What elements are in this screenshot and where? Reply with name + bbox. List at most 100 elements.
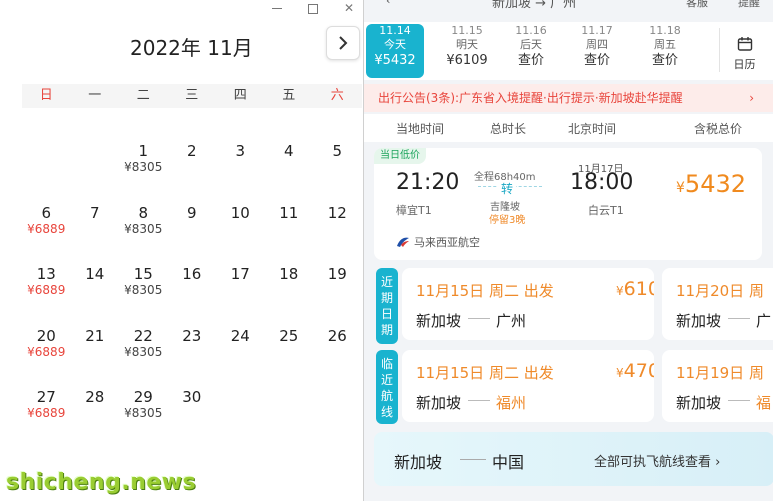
calendar-day-cell[interactable]: 11 [265,204,314,222]
calendar-day-cell[interactable]: 2 [168,142,217,160]
calendar-day-cell[interactable]: 25 [265,327,314,345]
calendar-window: ✕ 2022年 11月 日一二三四五六 1 ¥8305 2 3 4 5 6 ¥6889 7 8 ¥8… [0,0,362,501]
transfer-label: 转 [498,180,517,197]
lowest-price-badge: 当日低价 [374,148,426,164]
calendar-day-cell[interactable]: 26 [313,327,362,345]
route-title: 新加坡 → 广州 [492,0,577,11]
day-number: 13 [36,265,56,283]
date-tab-price: 查价 [583,53,610,68]
arrival-time: 18:00 [570,170,634,195]
window-controls: ✕ [270,0,356,16]
calendar-day-cell[interactable]: 5 [313,142,362,160]
day-number: 27 [36,388,56,406]
calendar-day-cell[interactable]: 16 [168,265,217,283]
col-total-price: 含税总价 [694,122,743,136]
arrow-icon [468,318,490,319]
day-price: ¥8305 [124,344,163,359]
date-tab[interactable]: 11.15 明天 ¥6109 [438,24,496,78]
banner-destination: 中国 [492,453,525,472]
day-number: 26 [327,326,347,345]
calendar-day-cell[interactable]: 8 ¥8305 [119,204,168,237]
nearby-route-card[interactable]: 11月15日 周二 出发 ¥4708 新加坡 福州 [402,350,654,422]
recent-date-card[interactable]: 11月20日 周 新加坡 广 [662,268,773,340]
stopover-duration: 停留3晚 [489,215,526,226]
customer-service-button[interactable]: 客服 [686,0,708,10]
minimize-icon[interactable] [270,1,284,15]
date-tab[interactable]: 11.16 后天 查价 [502,24,560,78]
site-watermark: shicheng.news [6,470,197,495]
day-number: 8 [138,203,149,222]
airline-name: 马来西亚航空 [414,236,480,249]
card-destination: 广州 [496,312,527,330]
calendar-day-cell[interactable]: 13 ¥6889 [22,265,71,298]
calendar-day-cell[interactable]: 20 ¥6889 [22,327,71,360]
calendar-button-label: 日历 [733,58,756,71]
nearby-route-card[interactable]: 11月19日 周 新加坡 福 [662,350,773,422]
date-tab[interactable]: 11.14 今天 ¥5432 [366,24,424,78]
airline-logo-icon [397,237,409,247]
day-number: 23 [182,326,202,345]
calendar-day-cell[interactable]: 4 [265,142,314,160]
view-all-routes-link[interactable]: 全部可执飞航线查看 › [594,451,720,470]
day-price: ¥8305 [124,160,163,174]
all-routes-banner[interactable]: 新加坡 中国 全部可执飞航线查看 › [374,432,773,486]
arrow-icon [460,459,486,460]
calendar-day-cell[interactable]: 10 [216,204,265,222]
col-local-time: 当地时间 [396,122,445,136]
calendar-day-cell[interactable]: 29 ¥8305 [119,388,168,421]
day-number: 5 [332,142,343,160]
day-number: 19 [327,265,347,283]
calendar-day-cell[interactable]: 24 [216,327,265,345]
card-date: 11月15日 周二 出发 [416,282,554,300]
weekday-label: 三 [185,88,199,103]
calendar-day-cell[interactable]: 28 [71,388,120,406]
calendar-day-cell[interactable]: 12 [313,204,362,222]
calendar-button[interactable]: 日历 [719,28,769,72]
calendar-day-cell[interactable]: 30 [168,388,217,406]
calendar-month-title: 2022年 11月 [130,36,253,60]
calendar-day-cell[interactable]: 21 [71,327,120,345]
day-number: 2 [186,142,197,160]
weekday-label: 一 [88,88,102,103]
travel-notice-banner[interactable]: 出行公告(3条):广东省入境提醒·出行提示·新加坡赴华提醒 › [364,84,773,112]
card-price: ¥6109 [616,278,654,300]
calendar-day-cell[interactable]: 9 [168,204,217,222]
card-origin: 新加坡 [416,312,462,330]
close-icon[interactable]: ✕ [342,1,356,15]
chevron-right-icon: › [749,91,754,105]
day-number: 18 [279,265,299,283]
recent-dates-label: 近期日期 [376,268,398,344]
column-header: 当地时间 总时长 北京时间 含税总价 [364,114,773,142]
arrival-airport: 白云T1 [588,204,624,217]
departure-airport: 樟宜T1 [396,204,432,217]
recent-date-card[interactable]: 11月15日 周二 出发 ¥6109 新加坡 广州 [402,268,654,340]
date-tab[interactable]: 11.17 周四 查价 [568,24,626,78]
calendar-day-cell[interactable]: 18 [265,265,314,283]
back-icon[interactable]: ‹ [386,0,390,7]
side-label-text: 临近航线 [381,357,394,419]
date-tab-price: ¥5432 [374,53,416,68]
calendar-day-cell[interactable]: 1 ¥8305 [119,142,168,175]
calendar-day-cell[interactable]: 7 [71,204,120,222]
day-number: 28 [85,388,105,406]
date-tab-price: 查价 [517,53,544,68]
calendar-day-cell[interactable]: 17 [216,265,265,283]
day-number: 16 [182,265,202,283]
calendar-day-cell[interactable]: 19 [313,265,362,283]
calendar-day-cell[interactable]: 22 ¥8305 [119,327,168,360]
date-tab[interactable]: 11.18 周五 查价 [636,24,694,78]
maximize-icon[interactable] [306,1,320,15]
reminder-button[interactable]: 提醒 [738,0,760,10]
calendar-day-cell[interactable]: 27 ¥6889 [22,388,71,421]
day-number: 30 [182,388,202,406]
flight-result-card[interactable]: 当日低价 21:20 樟宜T1 全程68h40m 转 吉隆坡 停留3晚 11月1… [374,148,762,260]
calendar-day-cell[interactable]: 6 ¥6889 [22,204,71,237]
calendar-day-cell[interactable]: 3 [216,142,265,160]
calendar-day-cell[interactable]: 15 ¥8305 [119,265,168,298]
day-price: ¥8305 [124,283,163,297]
calendar-day-cell[interactable]: 14 [71,265,120,283]
calendar-day-cell[interactable]: 23 [168,327,217,345]
next-month-button[interactable] [326,26,360,60]
notice-text: 出行公告(3条):广东省入境提醒·出行提示·新加坡赴华提醒 [378,91,683,105]
day-price: ¥6889 [27,283,66,297]
